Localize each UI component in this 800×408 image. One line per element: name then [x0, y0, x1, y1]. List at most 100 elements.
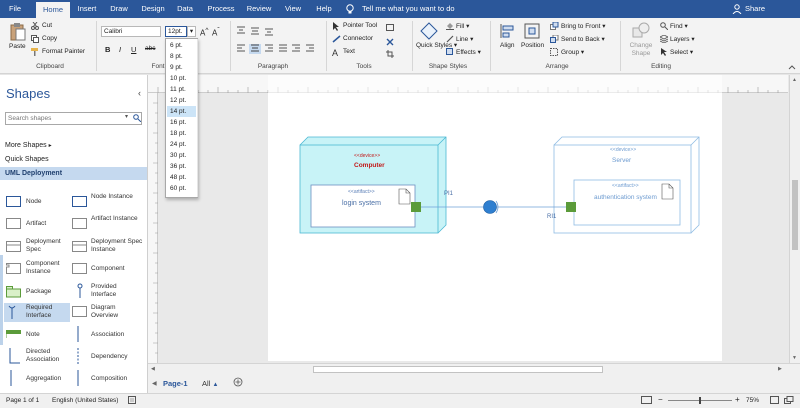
horizontal-scrollbar[interactable]: ◀ ▶	[148, 363, 800, 375]
provided-port[interactable]	[411, 202, 421, 212]
shape-artifact[interactable]: Artifact	[26, 220, 46, 228]
shape-aggregation[interactable]: Aggregation	[26, 375, 61, 383]
tab-data[interactable]: Data	[172, 0, 198, 18]
scroll-up-icon[interactable]: ▲	[792, 77, 797, 83]
crop-icon[interactable]	[386, 50, 394, 60]
macro-record-icon[interactable]	[128, 396, 137, 407]
font-size-option[interactable]: 16 pt.	[167, 117, 196, 128]
font-size-option[interactable]: 18 pt.	[167, 128, 196, 139]
font-size-option[interactable]: 30 pt.	[167, 150, 196, 161]
all-pages-tab[interactable]: All ▲	[202, 379, 218, 388]
drawing-page[interactable]: <<device>> Computer <<artifact>> login s…	[268, 93, 722, 361]
fit-window-icon[interactable]	[770, 396, 780, 407]
align-text-icon[interactable]	[236, 43, 290, 56]
bold-button[interactable]: B	[105, 45, 110, 54]
change-shape-button[interactable]: Change Shape	[628, 42, 654, 58]
shape-artifact-instance[interactable]: Artifact Instance	[91, 215, 141, 223]
position-button[interactable]: Position	[521, 42, 544, 49]
font-size-option[interactable]: 24 pt.	[167, 139, 196, 150]
font-size-dropdown-list[interactable]: 6 pt. 8 pt. 9 pt. 10 pt. 11 pt. 12 pt. 14 pt. 1…	[165, 38, 198, 198]
shape-association[interactable]: Association	[91, 331, 124, 339]
tab-review[interactable]: Review	[244, 0, 274, 18]
zoom-level[interactable]: 75%	[746, 397, 759, 404]
text-tool-button[interactable]: Text	[343, 48, 355, 55]
font-size-option[interactable]: 14 pt.	[167, 106, 196, 117]
shape-required-interface[interactable]: Required Interface	[26, 304, 68, 320]
align-button[interactable]: Align	[500, 42, 514, 49]
tab-insert[interactable]: Insert	[72, 0, 102, 18]
more-shapes-link[interactable]: More Shapes ▸	[5, 142, 52, 149]
shape-deployment-spec[interactable]: Deployment Spec	[26, 238, 68, 254]
cut-button[interactable]: Cut	[42, 22, 52, 29]
collapse-panel-icon[interactable]: ‹	[138, 88, 141, 98]
share-button[interactable]: Share	[744, 0, 766, 18]
shape-component-instance[interactable]: Component Instance	[26, 260, 68, 276]
pointer-tool-button[interactable]: Pointer Tool	[343, 22, 377, 29]
strikethrough-button[interactable]: abc	[145, 45, 155, 52]
tab-view[interactable]: View	[280, 0, 306, 18]
layers-button[interactable]: Layers ▾	[670, 35, 695, 43]
shape-package[interactable]: Package	[26, 288, 51, 296]
shape-note[interactable]: Note	[26, 331, 40, 339]
copy-button[interactable]: Copy	[42, 35, 57, 42]
search-input[interactable]	[6, 113, 116, 124]
shape-composition[interactable]: Composition	[91, 375, 127, 383]
font-size-option[interactable]: 8 pt.	[167, 51, 196, 62]
align-icon[interactable]	[500, 23, 516, 41]
shrink-font-button[interactable]: Aˇ	[212, 27, 220, 38]
shape-provided-interface[interactable]: Provided Interface	[91, 283, 141, 299]
paste-button[interactable]: Paste	[9, 43, 26, 50]
quick-styles-icon[interactable]	[420, 22, 438, 42]
font-size-option[interactable]: 10 pt.	[167, 73, 196, 84]
interface-ball[interactable]	[483, 200, 497, 214]
tab-design[interactable]: Design	[138, 0, 168, 18]
scroll-down-icon[interactable]: ▼	[792, 355, 797, 361]
search-shapes-box[interactable]: ▾	[5, 112, 142, 125]
search-dropdown-icon[interactable]: ▾	[125, 113, 128, 120]
font-size-dropdown-button[interactable]: ▾	[187, 26, 196, 37]
prev-page-icon[interactable]: ◀	[152, 380, 157, 387]
effects-button[interactable]: Effects ▾	[456, 48, 481, 56]
connector-button[interactable]: Connector	[343, 35, 373, 42]
indent-icon[interactable]	[291, 44, 319, 56]
page-1-tab[interactable]: Page-1	[163, 379, 188, 388]
tab-file[interactable]: File	[4, 0, 26, 18]
position-icon[interactable]	[524, 23, 540, 41]
zoom-slider[interactable]	[668, 397, 732, 404]
shape-directed-association[interactable]: Directed Association	[26, 348, 68, 364]
tab-draw[interactable]: Draw	[106, 0, 132, 18]
find-button[interactable]: Find ▾	[670, 22, 688, 30]
collapse-ribbon-icon[interactable]	[788, 64, 796, 72]
format-painter-button[interactable]: Format Painter	[42, 48, 85, 55]
align-top-icon[interactable]	[236, 26, 286, 38]
delete-x-icon[interactable]	[386, 38, 394, 48]
uml-deployment-stencil[interactable]: UML Deployment	[0, 167, 147, 180]
italic-button[interactable]: I	[119, 45, 121, 54]
zoom-slider-thumb[interactable]	[699, 397, 701, 404]
bring-to-front-button[interactable]: Bring to Front ▾	[561, 22, 605, 30]
font-size-option[interactable]: 9 pt.	[167, 62, 196, 73]
shape-node[interactable]: Node	[26, 198, 42, 206]
group-button[interactable]: Group ▾	[561, 48, 584, 56]
vertical-scrollbar[interactable]: ▲ ▼	[789, 75, 800, 363]
fill-button[interactable]: Fill ▾	[456, 22, 469, 30]
shape-dependency[interactable]: Dependency	[91, 353, 128, 361]
send-to-back-button[interactable]: Send to Back ▾	[561, 35, 605, 43]
vertical-scroll-thumb[interactable]	[792, 180, 798, 250]
paste-icon[interactable]	[9, 22, 27, 44]
font-size-option[interactable]: 48 pt.	[167, 172, 196, 183]
font-size-input[interactable]: 12pt.	[165, 26, 187, 37]
shape-component[interactable]: Component	[91, 265, 125, 273]
select-button[interactable]: Select ▾	[670, 48, 693, 56]
line-button[interactable]: Line ▾	[456, 35, 473, 43]
font-size-option[interactable]: 11 pt.	[167, 84, 196, 95]
page-count-status[interactable]: Page 1 of 1	[6, 397, 39, 404]
tab-process[interactable]: Process	[204, 0, 238, 18]
shape-diagram-overview[interactable]: Diagram Overview	[91, 304, 141, 320]
add-page-icon[interactable]	[233, 377, 243, 389]
font-size-option[interactable]: 12 pt.	[167, 95, 196, 106]
font-size-option[interactable]: 6 pt.	[167, 40, 196, 51]
search-icon[interactable]	[133, 114, 142, 124]
tab-help[interactable]: Help	[312, 0, 336, 18]
quick-shapes-link[interactable]: Quick Shapes	[5, 156, 49, 163]
